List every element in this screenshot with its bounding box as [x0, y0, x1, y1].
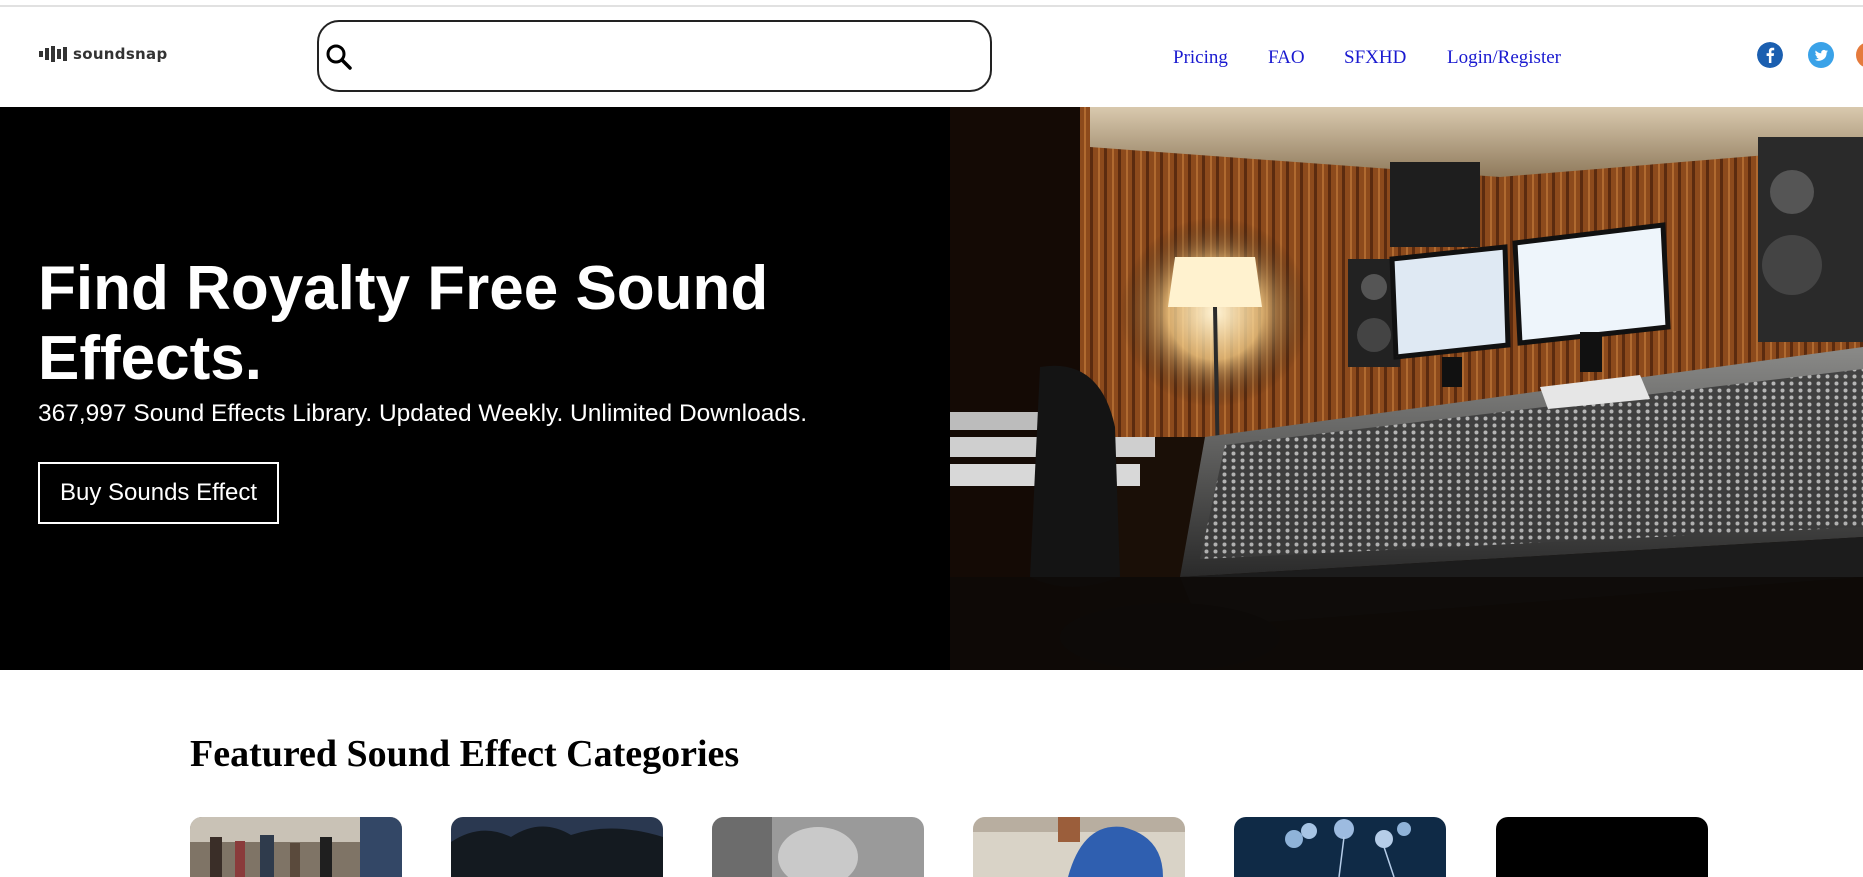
nav-pricing[interactable]: Pricing — [1173, 47, 1228, 69]
social-icon-partial[interactable] — [1856, 42, 1863, 68]
top-divider — [0, 5, 1863, 7]
category-card-5[interactable] — [1234, 817, 1446, 877]
buy-sounds-button[interactable]: Buy Sounds Effect — [38, 462, 280, 524]
category-card-6[interactable] — [1496, 817, 1708, 877]
category-image-night-trees — [451, 817, 663, 877]
category-card-1[interactable] — [190, 817, 402, 877]
hero-banner: Find Royalty Free Sound Effects. 367,997… — [0, 107, 1863, 670]
hero-subtitle: 367,997 Sound Effects Library. Updated W… — [38, 400, 807, 427]
search-input[interactable] — [361, 32, 975, 82]
hero-title: Find Royalty Free Sound Effects. — [38, 254, 769, 393]
search-icon[interactable] — [324, 42, 354, 72]
nav-login-register[interactable]: Login/Register — [1447, 47, 1561, 69]
nav-fao[interactable]: FAO — [1268, 47, 1305, 69]
category-card-2[interactable] — [451, 817, 663, 877]
studio-image — [950, 107, 1863, 670]
category-image-grayscale-portrait — [712, 817, 924, 877]
category-image-black — [1496, 817, 1708, 877]
soundsnap-logo[interactable]: soundsnap — [39, 45, 168, 63]
facebook-icon[interactable] — [1757, 42, 1783, 68]
category-image-fireworks — [1234, 817, 1446, 877]
category-card-4[interactable] — [973, 817, 1185, 877]
search-box[interactable] — [317, 20, 992, 92]
nav-sfxhd[interactable]: SFXHD — [1344, 47, 1406, 69]
category-image-street-crowd — [190, 817, 402, 877]
twitter-icon[interactable] — [1808, 42, 1834, 68]
logo-text: soundsnap — [73, 45, 168, 63]
category-card-3[interactable] — [712, 817, 924, 877]
logo-waveform-icon — [39, 46, 67, 62]
category-image-person-blue-shirt — [973, 817, 1185, 877]
featured-categories-title: Featured Sound Effect Categories — [190, 733, 740, 775]
